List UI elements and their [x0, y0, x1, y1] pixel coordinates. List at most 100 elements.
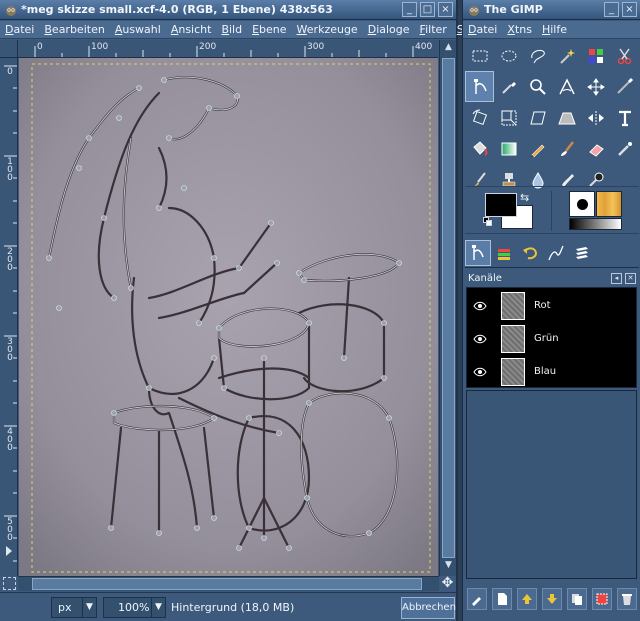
- menu-hilfe[interactable]: Hilfe: [537, 23, 572, 36]
- vertical-ruler[interactable]: 0 100 200 300 400 500: [0, 58, 18, 576]
- eraser-icon[interactable]: [581, 133, 610, 164]
- menu-xtns[interactable]: Xtns: [502, 23, 537, 36]
- eye-icon[interactable]: [467, 301, 493, 311]
- vruler-label-400: 400: [7, 427, 13, 453]
- minimize-button[interactable]: _: [402, 2, 417, 17]
- channel-to-selection-icon[interactable]: [592, 588, 612, 610]
- horizontal-scroll-thumb[interactable]: [32, 578, 422, 590]
- toolbox-titlebar[interactable]: The GIMP _ ×: [463, 0, 640, 20]
- pattern-preview[interactable]: [596, 191, 622, 217]
- rect-select-icon[interactable]: [465, 40, 494, 71]
- pencil-icon[interactable]: [523, 133, 552, 164]
- image-window: *meg skizze small.xcf-4.0 (RGB, 1 Ebene)…: [0, 0, 506, 621]
- channel-thumbnail: [501, 357, 525, 386]
- free-select-icon[interactable]: [523, 40, 552, 71]
- vruler-label-300: 300: [7, 337, 13, 363]
- menu-filter[interactable]: Filter: [415, 23, 452, 36]
- new-channel-icon[interactable]: [492, 588, 512, 610]
- scissors-icon[interactable]: [610, 40, 639, 71]
- dock-close-icon[interactable]: ✕: [625, 272, 636, 284]
- foreground-color-swatch[interactable]: [485, 193, 517, 217]
- channels-tab-icon[interactable]: [569, 240, 595, 266]
- paths-icon[interactable]: [465, 71, 494, 102]
- menu-datei[interactable]: Datei: [463, 23, 502, 36]
- zoom-value: 100%: [118, 601, 150, 614]
- chevron-down-icon: ▼: [82, 598, 96, 617]
- unit-value: px: [58, 601, 72, 614]
- shear-icon[interactable]: [523, 102, 552, 133]
- eye-icon[interactable]: [467, 334, 493, 344]
- image-canvas[interactable]: [19, 58, 438, 576]
- default-colors-icon[interactable]: [483, 217, 493, 227]
- channel-name: Blau: [534, 366, 557, 377]
- menu-dialoge[interactable]: Dialoge: [363, 23, 415, 36]
- menu-bearbeiten[interactable]: Bearbeiten: [39, 23, 109, 36]
- dock-menu-icon[interactable]: ◂: [611, 272, 622, 284]
- dock-title: Kanäle: [468, 272, 502, 284]
- horizontal-ruler[interactable]: 0 100 200 300 400: [18, 40, 438, 58]
- scroll-up-icon[interactable]: ▲: [442, 42, 455, 56]
- channel-row-rot[interactable]: Rot: [467, 289, 636, 322]
- text-icon[interactable]: [610, 102, 639, 133]
- dock-button-bar: [467, 588, 637, 612]
- unit-select[interactable]: px ▼: [51, 597, 97, 618]
- eye-icon[interactable]: [467, 367, 493, 377]
- magnify-icon[interactable]: [523, 71, 552, 102]
- gradient-preview[interactable]: [569, 218, 622, 230]
- vertical-scrollbar[interactable]: ▲ ▼: [439, 40, 456, 576]
- bucket-fill-icon[interactable]: [465, 133, 494, 164]
- horizontal-scrollbar[interactable]: [18, 576, 439, 591]
- scale-icon[interactable]: [494, 102, 523, 133]
- blend-icon[interactable]: [494, 133, 523, 164]
- cancel-button[interactable]: Abbrechen: [401, 597, 456, 619]
- duplicate-channel-icon[interactable]: [567, 588, 587, 610]
- undo-tab-icon[interactable]: [517, 240, 543, 266]
- paintbrush-icon[interactable]: [552, 133, 581, 164]
- scroll-down-icon[interactable]: ▼: [442, 560, 455, 574]
- tool-grid: [465, 40, 639, 195]
- edit-channel-icon[interactable]: [467, 588, 487, 610]
- dock-tab-strip: [465, 240, 639, 268]
- flip-icon[interactable]: [581, 102, 610, 133]
- ellipse-select-icon[interactable]: [494, 40, 523, 71]
- lower-channel-icon[interactable]: [542, 588, 562, 610]
- delete-channel-icon[interactable]: [617, 588, 637, 610]
- channel-row-gruen[interactable]: Grün: [467, 322, 636, 355]
- minimize-button[interactable]: _: [604, 2, 619, 17]
- menu-ansicht[interactable]: Ansicht: [166, 23, 217, 36]
- channel-name: Rot: [534, 300, 551, 311]
- select-by-color-icon[interactable]: [581, 40, 610, 71]
- channel-row-blau[interactable]: Blau: [467, 355, 636, 388]
- zoom-select[interactable]: 100% ▼: [103, 597, 166, 618]
- layers-tab-icon[interactable]: [491, 240, 517, 266]
- maximize-button[interactable]: □: [420, 2, 435, 17]
- raise-channel-icon[interactable]: [517, 588, 537, 610]
- vertical-scroll-thumb[interactable]: [442, 58, 455, 558]
- rotate-icon[interactable]: [465, 102, 494, 133]
- fuzzy-select-icon[interactable]: [552, 40, 581, 71]
- menu-ebene[interactable]: Ebene: [247, 23, 291, 36]
- menu-datei[interactable]: Datei: [0, 23, 39, 36]
- image-window-titlebar[interactable]: *meg skizze small.xcf-4.0 (RGB, 1 Ebene)…: [0, 0, 456, 20]
- quick-mask-toggle-icon[interactable]: [3, 577, 16, 590]
- paths-list-tab-icon[interactable]: [543, 240, 569, 266]
- perspective-icon[interactable]: [552, 102, 581, 133]
- close-button[interactable]: ×: [438, 2, 453, 17]
- hruler-label-100: 100: [91, 42, 109, 52]
- close-button[interactable]: ×: [622, 2, 637, 17]
- hruler-label-0: 0: [37, 42, 43, 52]
- crop-icon[interactable]: [610, 71, 639, 102]
- ruler-corner: [0, 40, 18, 58]
- color-picker-icon[interactable]: [494, 71, 523, 102]
- menu-bild[interactable]: Bild: [216, 23, 247, 36]
- airbrush-icon[interactable]: [610, 133, 639, 164]
- measure-icon[interactable]: [552, 71, 581, 102]
- brush-preview[interactable]: [569, 191, 595, 217]
- paths-tab-icon[interactable]: [465, 240, 491, 266]
- toolbox-window: The GIMP _ × Datei Xtns Hilfe ⇆ Kanäle ◂…: [462, 0, 640, 621]
- move-icon[interactable]: [581, 71, 610, 102]
- menu-werkzeuge[interactable]: Werkzeuge: [292, 23, 363, 36]
- menu-auswahl[interactable]: Auswahl: [110, 23, 166, 36]
- navigate-icon[interactable]: ✥: [439, 576, 456, 591]
- swap-colors-icon[interactable]: ⇆: [520, 191, 529, 204]
